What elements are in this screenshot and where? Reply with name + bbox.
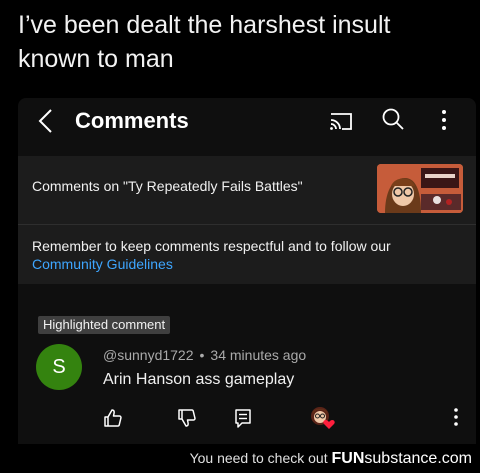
highlighted-comment-badge: Highlighted comment <box>38 316 171 334</box>
like-icon[interactable] <box>103 408 123 428</box>
post-caption: I’ve been dealt the harshest insult know… <box>18 11 391 73</box>
comment-author[interactable]: @sunnyd1722 <box>103 347 194 363</box>
video-thumbnail[interactable] <box>377 164 463 213</box>
watermark-brand-rest: substance.com <box>364 450 472 467</box>
video-title-label: Comments on "Ty Repeatedly Fails Battles… <box>32 178 303 194</box>
video-info-row[interactable]: Comments on "Ty Repeatedly Fails Battles… <box>18 156 476 224</box>
community-guidelines-link[interactable]: Community Guidelines <box>32 255 173 273</box>
back-arrow-icon[interactable] <box>35 107 59 135</box>
more-vertical-icon[interactable] <box>450 407 462 427</box>
more-vertical-icon[interactable] <box>434 106 454 134</box>
watermark-bar: You need to check out FUNsubstance.com <box>0 444 480 473</box>
guidelines-text: Remember to keep comments respectful and… <box>32 238 391 254</box>
comment-text: Arin Hanson ass gameplay <box>103 371 295 388</box>
watermark-brand-fun: FUN <box>331 450 365 467</box>
search-icon[interactable] <box>380 106 406 132</box>
separator-dot: • <box>199 347 205 363</box>
guidelines-notice: Remember to keep comments respectful and… <box>18 225 476 284</box>
watermark-text: You need to check out FUNsubstance.com <box>190 450 472 468</box>
top-bar: Comments <box>18 98 476 144</box>
cast-icon[interactable] <box>328 108 354 134</box>
comment-meta: @sunnyd1722 • 34 minutes ago <box>103 347 306 363</box>
dislike-icon[interactable] <box>177 408 197 428</box>
comments-panel: Comments Comments on "Ty Repeatedly Fail… <box>18 98 476 444</box>
comment-time: 34 minutes ago <box>210 347 307 363</box>
reply-icon[interactable] <box>233 408 253 428</box>
watermark-prefix: You need to check out <box>189 450 328 466</box>
page-title: Comments <box>75 108 189 133</box>
creator-heart-icon <box>311 407 335 429</box>
avatar[interactable]: S <box>36 344 82 390</box>
